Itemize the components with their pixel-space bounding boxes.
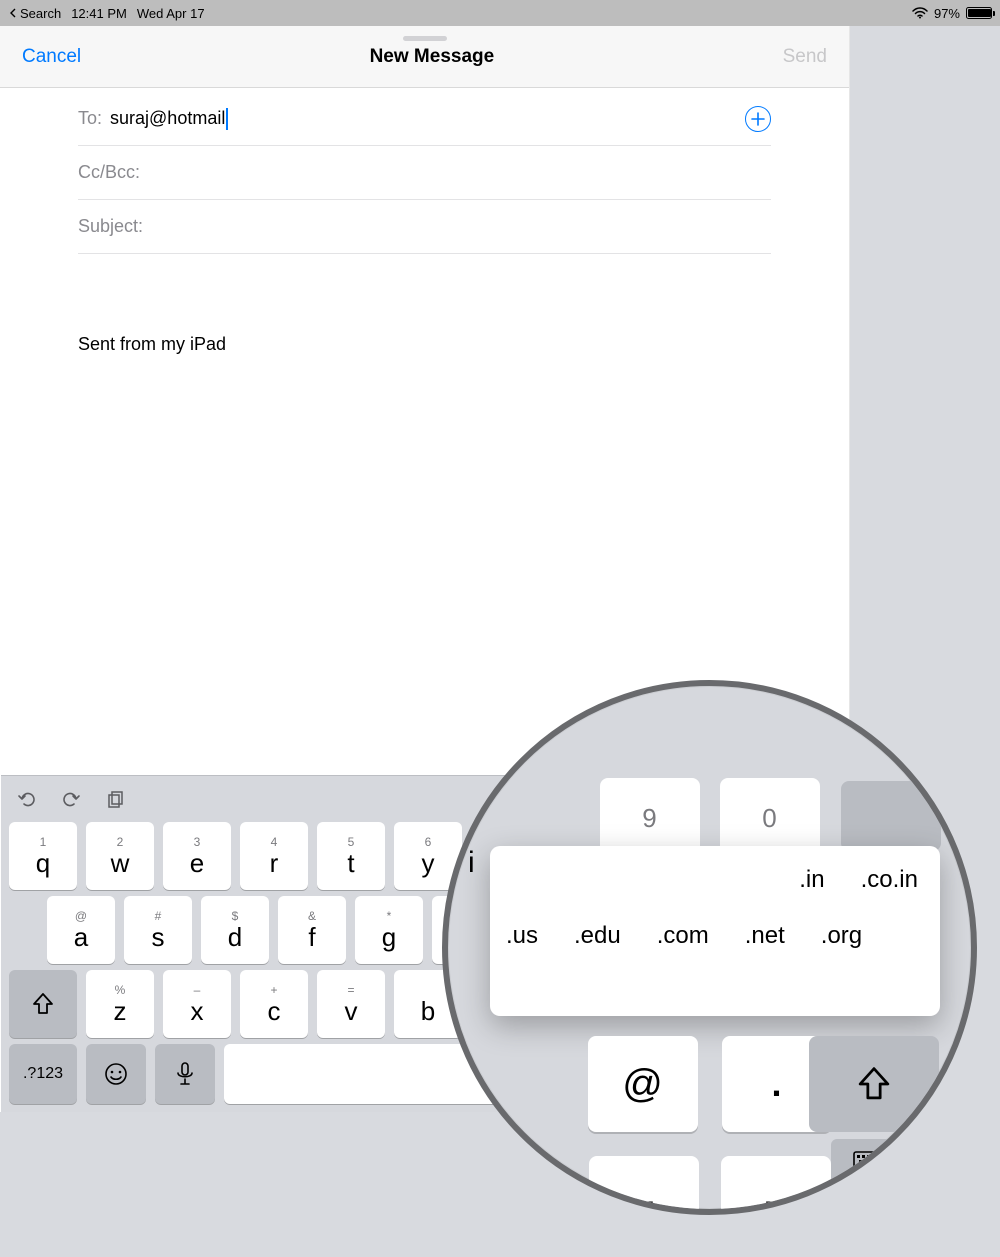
cancel-button[interactable]: Cancel [22,46,81,68]
key-g[interactable]: *g [355,896,423,964]
tld-option[interactable]: .net [745,922,785,950]
mag-underscore-key[interactable]: _ [589,1156,699,1215]
compose-title: New Message [370,46,495,68]
redo-icon[interactable] [61,789,81,809]
cc-bcc-field[interactable]: Cc/Bcc: [78,146,771,200]
cc-bcc-label: Cc/Bcc: [78,162,140,183]
status-date: Wed Apr 17 [137,6,205,21]
key-a[interactable]: @a [47,896,115,964]
tld-option[interactable]: .com [657,922,709,950]
dictation-key[interactable] [155,1044,215,1104]
shift-key[interactable] [9,970,77,1038]
status-time: 12:41 PM [71,6,127,21]
back-chevron-icon [8,8,18,18]
subject-label: Subject: [78,216,143,237]
number-mode-key[interactable]: .?123 [9,1044,77,1104]
tld-option[interactable]: .in [799,866,824,894]
emoji-key[interactable] [86,1044,146,1104]
mag-at-key[interactable]: @ [588,1036,698,1132]
magnifier-callout: 9 0 i .in.co.in .us.edu.com.net.org @ . … [442,680,977,1215]
subject-field[interactable]: Subject: [78,200,771,254]
status-bar: Search 12:41 PM Wed Apr 17 97% [0,0,1000,26]
wifi-icon [912,7,928,19]
tld-popover: .in .co.in .us .edu .com .net .org [490,846,940,1016]
to-field[interactable]: To: suraj@hotmail [78,92,771,146]
mag-letter-i: i [468,846,475,880]
hide-keyboard-icon [852,1150,890,1178]
shift-icon [30,991,56,1017]
emoji-icon [103,1061,129,1087]
message-body[interactable]: Sent from my iPad [0,254,849,355]
compose-header: Cancel New Message Send [0,26,849,88]
text-cursor [226,108,228,130]
key-c[interactable]: +c [240,970,308,1038]
add-contact-button[interactable] [745,106,771,132]
key-w[interactable]: 2w [86,822,154,890]
tld-option[interactable]: .us [506,922,538,950]
key-v[interactable]: =v [317,970,385,1038]
tld-option[interactable]: .co.in [861,866,918,894]
battery-percent: 97% [934,6,960,21]
mag-shift-key[interactable] [809,1036,939,1132]
key-z[interactable]: %z [86,970,154,1038]
battery-icon [966,7,992,19]
key-t[interactable]: 5t [317,822,385,890]
key-s[interactable]: #s [124,896,192,964]
key-q[interactable]: 1q [9,822,77,890]
shift-icon [854,1064,894,1104]
key-d[interactable]: $d [201,896,269,964]
to-label: To: [78,108,102,129]
key-e[interactable]: 3e [163,822,231,890]
undo-icon[interactable] [17,789,37,809]
back-to-search[interactable]: Search [8,6,61,21]
tld-option[interactable]: .org [821,922,862,950]
mag-hide-keyboard-key[interactable] [831,1139,911,1189]
mag-delete-key[interactable] [841,781,941,851]
send-button[interactable]: Send [783,46,827,68]
back-label: Search [20,6,61,21]
plus-icon [751,112,765,126]
key-f[interactable]: &f [278,896,346,964]
key-x[interactable]: –x [163,970,231,1038]
clipboard-icon[interactable] [105,789,125,809]
signature-text: Sent from my iPad [78,334,226,354]
tld-option[interactable]: .edu [574,922,621,950]
mag-underscore-key-2[interactable]: _ [721,1156,831,1215]
to-value: suraj@hotmail [110,108,225,129]
key-r[interactable]: 4r [240,822,308,890]
microphone-icon [174,1061,196,1087]
